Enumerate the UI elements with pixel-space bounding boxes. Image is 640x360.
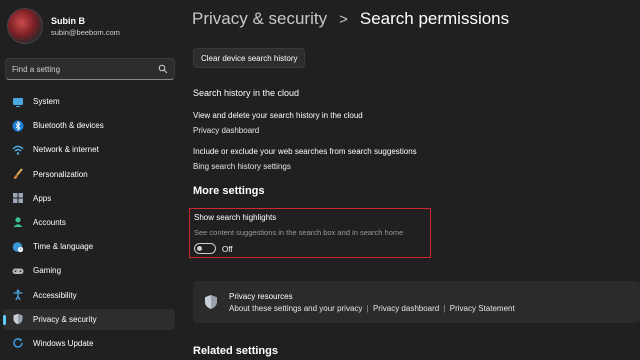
breadcrumb: Privacy & security > Search permissions [192, 9, 509, 29]
search-highlights-setting: Show search highlights See content sugge… [189, 208, 431, 258]
search-box[interactable] [5, 58, 175, 80]
sidebar-nav: System Bluetooth & devices Network & int… [3, 91, 175, 357]
globe-clock-icon [12, 241, 24, 253]
gamepad-icon [12, 265, 24, 277]
privacy-statement-link[interactable]: Privacy Statement [450, 304, 515, 313]
sidebar-item-accounts[interactable]: Accounts [3, 212, 175, 233]
sidebar-item-label: Windows Update [33, 338, 94, 348]
sidebar-item-label: System [33, 97, 60, 106]
link-separator: | [443, 304, 446, 313]
sidebar-item-time-language[interactable]: Time & language [3, 236, 175, 257]
sidebar-item-label: Apps [33, 193, 52, 203]
sidebar-item-windows-update[interactable]: Windows Update [3, 333, 175, 354]
sidebar-item-label: Time & language [33, 242, 94, 252]
shield-icon [12, 313, 24, 325]
sidebar-item-system[interactable]: System [3, 91, 175, 112]
privacy-resources-links: About these settings and your privacy | … [229, 304, 515, 313]
more-settings-heading: More settings [193, 185, 265, 197]
sidebar-item-network[interactable]: Network & internet [3, 139, 175, 160]
toggle-knob [197, 246, 202, 251]
cloud-history-desc: View and delete your search history in t… [193, 111, 363, 120]
breadcrumb-separator: > [339, 10, 348, 28]
search-input[interactable] [12, 64, 158, 74]
sidebar-item-label: Personalization [33, 169, 88, 179]
privacy-dashboard-link[interactable]: Privacy dashboard [373, 304, 439, 313]
sidebar-item-label: Accounts [33, 217, 66, 227]
profile-text: Subin B subin@beebom.com [51, 15, 120, 38]
sidebar-item-label: Network & internet [33, 145, 99, 155]
bing-history-link[interactable]: Bing search history settings [193, 162, 291, 171]
toggle-state-label: Off [222, 245, 233, 254]
sidebar-item-label: Privacy & security [33, 314, 97, 324]
sidebar-item-label: Gaming [33, 266, 62, 276]
related-settings-heading: Related settings [193, 345, 278, 357]
profile-name: Subin B [51, 15, 85, 26]
search-highlights-desc: See content suggestions in the search bo… [194, 228, 404, 237]
monitor-icon [12, 96, 24, 108]
privacy-resources-card: Privacy resources About these settings a… [193, 281, 640, 323]
sidebar-item-gaming[interactable]: Gaming [3, 260, 175, 281]
sidebar-item-personalization[interactable]: Personalization [3, 164, 175, 185]
link-separator: | [366, 304, 369, 313]
breadcrumb-parent[interactable]: Privacy & security [192, 9, 327, 29]
clear-search-history-button[interactable]: Clear device search history [193, 48, 306, 68]
cloud-history-heading: Search history in the cloud [193, 88, 300, 98]
page-title: Search permissions [359, 9, 510, 28]
main-content: Privacy & security > Search permissions … [189, 0, 640, 360]
shield-icon [205, 295, 217, 309]
profile-email: subin@beebom.com [51, 27, 120, 37]
search-icon[interactable] [158, 64, 168, 74]
avatar[interactable] [7, 8, 43, 44]
apps-icon [12, 192, 24, 204]
sidebar-item-bluetooth[interactable]: Bluetooth & devices [3, 115, 175, 136]
user-profile[interactable]: Subin B subin@beebom.com [7, 8, 120, 44]
about-settings-link[interactable]: About these settings and your privacy [229, 304, 362, 313]
wifi-icon [12, 144, 24, 156]
sidebar: Subin B subin@beebom.com System Bluetoot… [0, 0, 182, 360]
web-search-desc: Include or exclude your web searches fro… [193, 147, 417, 156]
accessibility-icon [12, 289, 24, 301]
privacy-resources-title: Privacy resources [229, 292, 293, 301]
person-icon [12, 216, 24, 228]
sidebar-item-label: Accessibility [33, 290, 77, 300]
sidebar-item-label: Bluetooth & devices [33, 121, 104, 131]
search-highlights-toggle[interactable] [194, 243, 216, 254]
bluetooth-icon [12, 120, 24, 132]
sidebar-item-apps[interactable]: Apps [3, 188, 175, 209]
sidebar-item-accessibility[interactable]: Accessibility [3, 285, 175, 306]
privacy-dashboard-link[interactable]: Privacy dashboard [193, 126, 259, 135]
update-icon [12, 337, 24, 349]
search-highlights-title: Show search highlights [194, 213, 277, 222]
sidebar-item-privacy-security[interactable]: Privacy & security [3, 308, 175, 330]
brush-icon [12, 168, 24, 180]
